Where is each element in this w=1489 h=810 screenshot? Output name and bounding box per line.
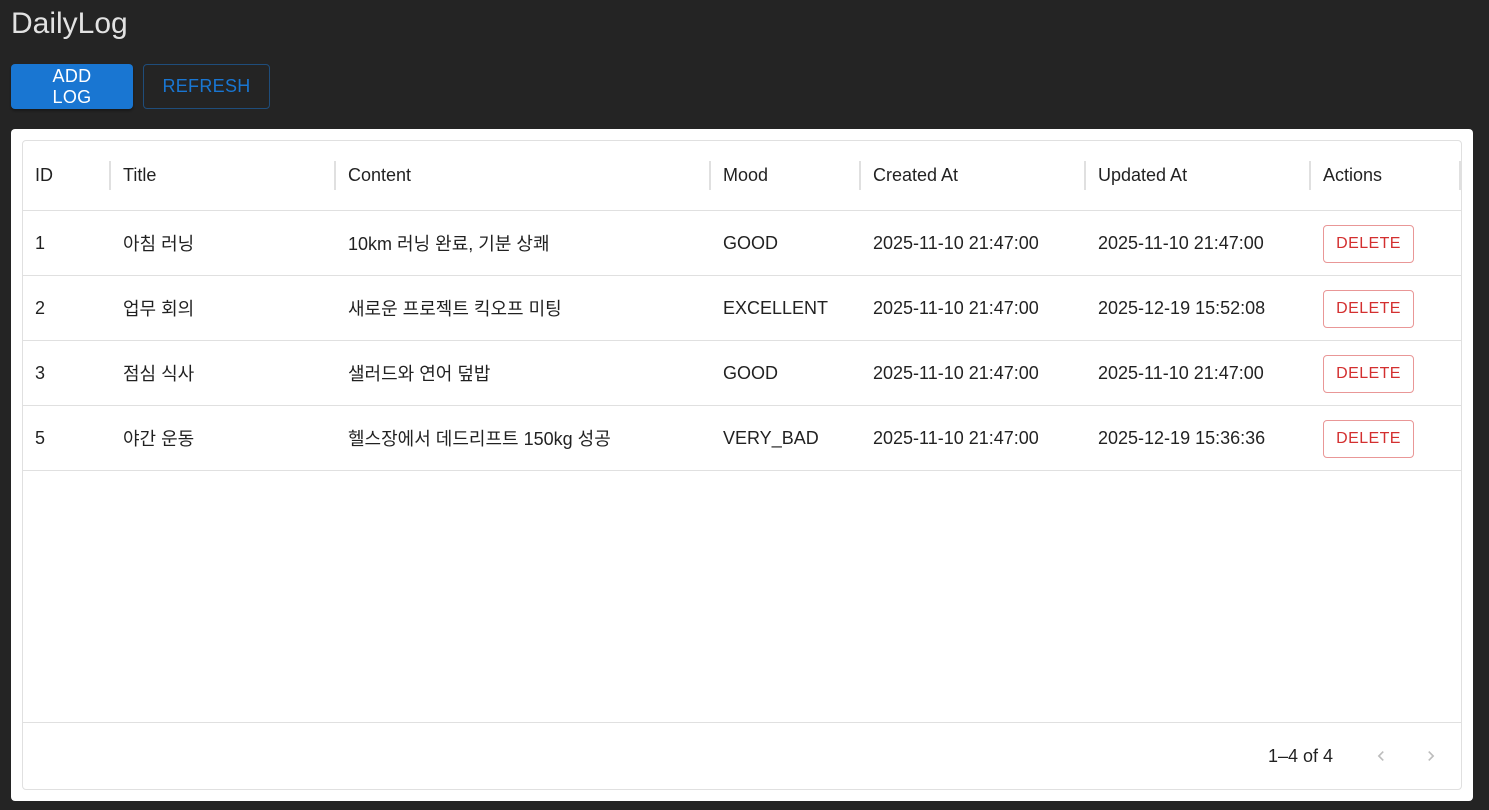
cell-content: 10km 러닝 완료, 기분 상쾌 — [348, 234, 550, 254]
column-header-label: Title — [123, 165, 157, 185]
cell-mood: EXCELLENT — [723, 297, 829, 318]
column-header-label: Actions — [1323, 165, 1383, 185]
cell-created-at: 2025-11-10 21:47:00 — [873, 427, 1039, 448]
logs-panel: ID Title Content Mood Created At Updated… — [11, 129, 1473, 801]
app-title: DailyLog — [11, 7, 128, 40]
cell-id: 2 — [35, 297, 46, 318]
column-header-label: Updated At — [1098, 165, 1188, 185]
column-header-updated-at[interactable]: Updated At — [1086, 141, 1311, 210]
column-header-title[interactable]: Title — [111, 141, 336, 210]
toolbar: ADD LOG REFRESH — [11, 64, 270, 109]
table-row[interactable]: 3 점심 식사 샐러드와 연어 덮밥 GOOD 2025-11-10 21:47… — [23, 341, 1461, 406]
pagination-footer: 1–4 of 4 — [23, 722, 1461, 789]
logs-data-grid: ID Title Content Mood Created At Updated… — [22, 140, 1462, 790]
column-header-label: ID — [35, 165, 53, 185]
cell-title: 아침 러닝 — [123, 234, 195, 254]
cell-created-at: 2025-11-10 21:47:00 — [873, 232, 1039, 253]
cell-updated-at: 2025-11-10 21:47:00 — [1098, 362, 1264, 383]
column-header-created-at[interactable]: Created At — [861, 141, 1086, 210]
cell-content: 샐러드와 연어 덮밥 — [348, 364, 491, 384]
cell-updated-at: 2025-11-10 21:47:00 — [1098, 232, 1264, 253]
column-header-actions[interactable]: Actions — [1311, 141, 1461, 210]
table-row[interactable]: 1 아침 러닝 10km 러닝 완료, 기분 상쾌 GOOD 2025-11-1… — [23, 211, 1461, 276]
next-page-button[interactable] — [1411, 736, 1451, 776]
delete-button[interactable]: DELETE — [1323, 355, 1414, 393]
column-header-mood[interactable]: Mood — [711, 141, 861, 210]
chevron-left-icon — [1377, 751, 1384, 761]
cell-created-at: 2025-11-10 21:47:00 — [873, 362, 1039, 383]
cell-actions: DELETE — [1311, 341, 1461, 405]
cell-title: 점심 식사 — [123, 364, 195, 384]
cell-content: 새로운 프로젝트 킥오프 미팅 — [348, 299, 562, 319]
pagination-range: 1–4 of 4 — [1267, 745, 1333, 766]
column-header-label: Created At — [873, 165, 959, 185]
cell-created-at: 2025-11-10 21:47:00 — [873, 297, 1039, 318]
table-row[interactable]: 5 야간 운동 헬스장에서 데드리프트 150kg 성공 VERY_BAD 20… — [23, 406, 1461, 471]
previous-page-button[interactable] — [1361, 736, 1401, 776]
table-body: 1 아침 러닝 10km 러닝 완료, 기분 상쾌 GOOD 2025-11-1… — [23, 211, 1461, 471]
refresh-button[interactable]: REFRESH — [143, 64, 270, 109]
cell-updated-at: 2025-12-19 15:36:36 — [1098, 427, 1266, 448]
cell-title: 업무 회의 — [123, 299, 195, 319]
cell-id: 1 — [35, 232, 46, 253]
cell-actions: DELETE — [1311, 406, 1461, 470]
delete-button[interactable]: DELETE — [1323, 420, 1414, 458]
cell-actions: DELETE — [1311, 276, 1461, 340]
cell-content: 헬스장에서 데드리프트 150kg 성공 — [348, 429, 611, 449]
cell-actions: DELETE — [1311, 211, 1461, 275]
column-header-label: Mood — [723, 165, 769, 185]
cell-mood: VERY_BAD — [723, 427, 819, 448]
table-header: ID Title Content Mood Created At Updated… — [23, 141, 1461, 211]
chevron-right-icon — [1428, 751, 1435, 761]
add-log-button[interactable]: ADD LOG — [11, 64, 133, 109]
cell-title: 야간 운동 — [123, 429, 195, 449]
delete-button[interactable]: DELETE — [1323, 290, 1414, 328]
column-separator[interactable] — [1459, 161, 1461, 190]
cell-mood: GOOD — [723, 362, 779, 383]
table-row[interactable]: 2 업무 회의 새로운 프로젝트 킥오프 미팅 EXCELLENT 2025-1… — [23, 276, 1461, 341]
column-header-id[interactable]: ID — [23, 141, 111, 210]
cell-id: 5 — [35, 427, 46, 448]
column-header-content[interactable]: Content — [336, 141, 711, 210]
cell-id: 3 — [35, 362, 46, 383]
cell-updated-at: 2025-12-19 15:52:08 — [1098, 297, 1266, 318]
cell-mood: GOOD — [723, 232, 779, 253]
column-header-label: Content — [348, 165, 412, 185]
delete-button[interactable]: DELETE — [1323, 225, 1414, 263]
